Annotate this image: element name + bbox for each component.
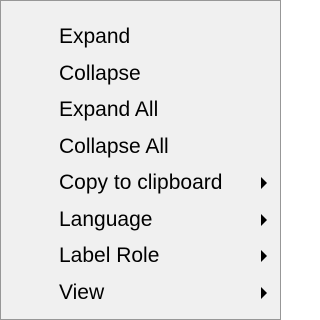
menu-item-label: Expand All	[59, 98, 159, 121]
menu-item-label: Collapse	[59, 61, 141, 85]
menu-item-label: View	[59, 280, 105, 304]
menu-item-label: Language	[59, 207, 153, 231]
menu-item-label: Copy to clipboard	[59, 171, 223, 194]
menu-item-collapse[interactable]: Collapse	[1, 56, 280, 93]
submenu-arrow-icon	[261, 213, 267, 226]
menu-item-expand[interactable]: Expand	[1, 19, 280, 56]
context-menu: Expand Collapse Expand All Collapse All …	[0, 0, 281, 320]
menu-item-label: Label Role	[59, 244, 160, 267]
menu-item-language[interactable]: Language	[1, 202, 280, 239]
menu-item-copy-to-clipboard[interactable]: Copy to clipboard	[1, 165, 280, 202]
menu-item-collapse-all[interactable]: Collapse All	[1, 129, 280, 166]
menu-item-expand-all[interactable]: Expand All	[1, 92, 280, 129]
menu-item-label-role[interactable]: Label Role	[1, 238, 280, 275]
submenu-arrow-icon	[261, 286, 267, 299]
menu-item-label: Expand	[59, 25, 131, 48]
submenu-arrow-icon	[261, 250, 267, 263]
context-menu-list: Expand Collapse Expand All Collapse All …	[1, 19, 280, 311]
submenu-arrow-icon	[261, 177, 267, 190]
menu-item-view[interactable]: View	[1, 275, 280, 312]
menu-item-label: Collapse All	[59, 134, 169, 158]
